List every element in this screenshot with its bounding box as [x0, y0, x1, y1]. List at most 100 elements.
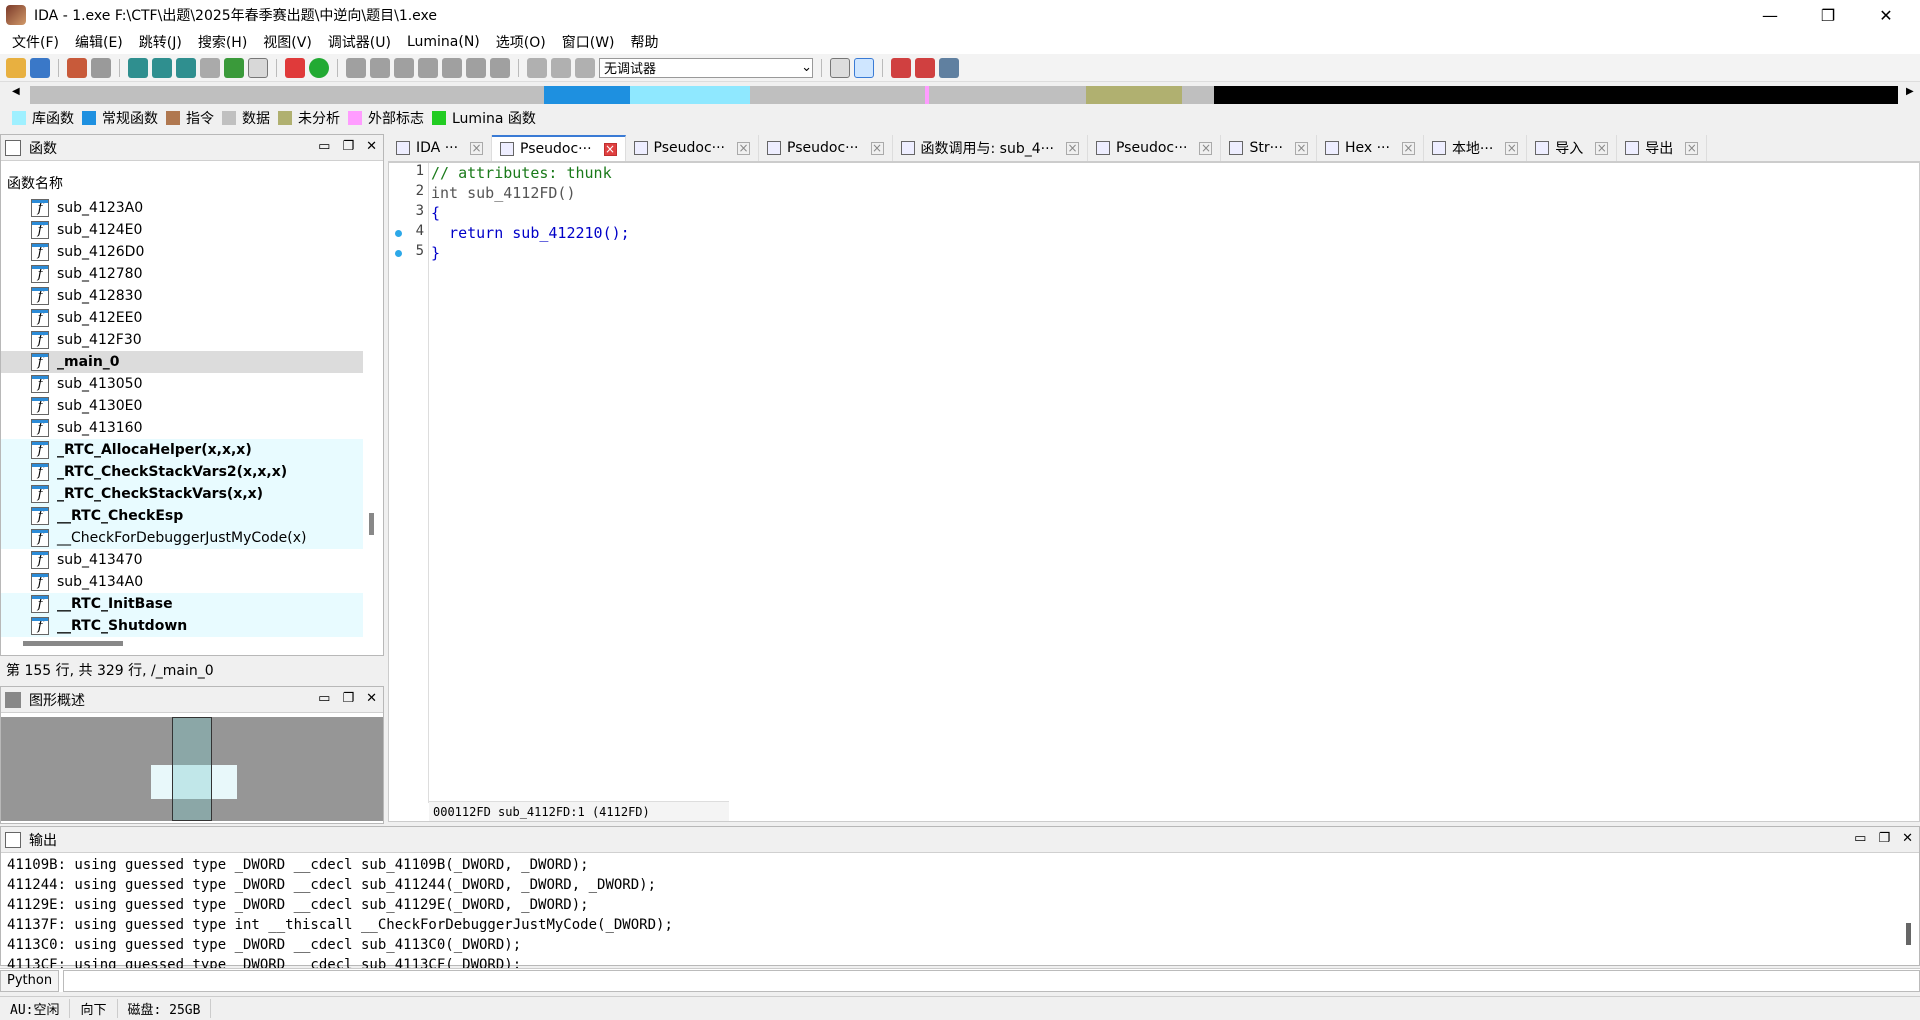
panel-float-icon[interactable]: ❐ [1878, 831, 1890, 846]
tab-close-icon[interactable]: × [1685, 141, 1699, 155]
breakpoint-icon[interactable] [490, 57, 510, 78]
function-row[interactable]: f sub_4134A0 [1, 571, 363, 593]
menu-item-4[interactable]: 视图(V) [255, 32, 320, 52]
function-row[interactable]: f sub_412780 [1, 263, 363, 285]
panel-close-icon[interactable]: ✕ [1902, 831, 1913, 846]
function-row[interactable]: f sub_4123A0 [1, 197, 363, 219]
names-icon[interactable] [418, 57, 438, 78]
menu-item-5[interactable]: 调试器(U) [320, 32, 399, 52]
tab-close-icon[interactable]: × [1595, 141, 1609, 155]
tab-close-icon[interactable]: × [870, 141, 884, 155]
pseudocode-view[interactable]: 1 2 3 4 5 // attributes: thunk int sub_4112FD… [388, 162, 1920, 822]
panel-float-icon[interactable]: ❐ [342, 139, 354, 154]
python-command-input[interactable] [63, 969, 1920, 992]
menu-item-0[interactable]: 文件(F) [4, 32, 67, 52]
search-immediate-icon[interactable] [176, 57, 196, 78]
tab-5[interactable]: Pseudoc··· × [1088, 135, 1222, 161]
breakpoint-dot-icon[interactable] [395, 250, 402, 257]
jump-icon[interactable] [224, 57, 244, 78]
search-direction[interactable]: 向下 [70, 999, 118, 1018]
close-window-button[interactable]: ✕ [1858, 0, 1914, 30]
column-header-function-name[interactable]: 函数名称 [7, 173, 63, 193]
pseudocode-icon[interactable] [854, 57, 874, 78]
pseudocode-text[interactable]: // attributes: thunk int sub_4112FD(){ re… [431, 163, 630, 263]
navigation-band[interactable]: ◀ ▶ [0, 82, 1920, 104]
breakpoint-dot-icon[interactable] [395, 230, 402, 237]
function-row[interactable]: f _RTC_AllocaHelper(x,x,x) [1, 439, 363, 461]
code-line[interactable]: } [431, 243, 630, 263]
panel-maximize-icon[interactable]: ▭ [1854, 831, 1866, 846]
panel-float-icon[interactable]: ❐ [342, 691, 354, 706]
tab-10[interactable]: 导出 × [1617, 135, 1708, 161]
menu-item-2[interactable]: 跳转(J) [131, 32, 190, 52]
menu-item-1[interactable]: 编辑(E) [67, 32, 131, 52]
minimize-button[interactable]: — [1742, 0, 1798, 30]
function-row[interactable]: f __CheckForDebuggerJustMyCode(x) [1, 527, 363, 549]
tab-close-icon[interactable]: × [1294, 141, 1308, 155]
menu-item-8[interactable]: 窗口(W) [554, 32, 623, 52]
graph-viewport-rect[interactable] [172, 717, 212, 821]
panel-close-icon[interactable]: ✕ [366, 139, 377, 154]
python-language-button[interactable]: Python [0, 969, 60, 992]
functions-vertical-scrollbar[interactable] [369, 513, 374, 535]
function-row[interactable]: f sub_412EE0 [1, 307, 363, 329]
panel-close-icon[interactable]: ✕ [366, 691, 377, 706]
graph-overview-canvas[interactable] [1, 717, 383, 821]
tab-1[interactable]: Pseudoc··· × [492, 135, 626, 161]
function-list[interactable]: f sub_4123A0 f sub_4124E0 f sub_4126D0 f sub_41… [1, 197, 363, 669]
function-row[interactable]: f _RTC_CheckStackVars(x,x) [1, 483, 363, 505]
search-text-icon[interactable] [128, 57, 148, 78]
stop-icon[interactable] [575, 57, 595, 78]
struct-icon[interactable] [370, 57, 390, 78]
lumina-icon[interactable] [309, 57, 329, 78]
function-row[interactable]: f __RTC_CheckEsp [1, 505, 363, 527]
list-remove-icon[interactable] [915, 57, 935, 78]
function-row[interactable]: f sub_413470 [1, 549, 363, 571]
function-row[interactable]: f sub_4130E0 [1, 395, 363, 417]
tab-close-icon[interactable]: × [470, 141, 484, 155]
function-row[interactable]: f sub_413050 [1, 373, 363, 395]
output-log[interactable]: 41109B: using guessed type _DWORD __cdec… [7, 855, 673, 975]
tab-2[interactable]: Pseudoc··· × [626, 135, 760, 161]
panel-maximize-icon[interactable]: ▭ [318, 691, 330, 706]
search-next-icon[interactable] [200, 57, 220, 78]
function-row[interactable]: f sub_412830 [1, 285, 363, 307]
save-icon[interactable] [30, 57, 50, 78]
xref-icon[interactable] [442, 57, 462, 78]
open-file-icon[interactable] [6, 57, 26, 78]
code-line[interactable]: // attributes: thunk [431, 163, 630, 183]
function-row[interactable]: f __RTC_InitBase [1, 593, 363, 615]
enum-icon[interactable] [394, 57, 414, 78]
menu-item-6[interactable]: Lumina(N) [399, 34, 488, 50]
function-row[interactable]: f sub_4126D0 [1, 241, 363, 263]
navigation-strip[interactable] [30, 86, 1898, 104]
function-row[interactable]: f _RTC_CheckStackVars2(x,x,x) [1, 461, 363, 483]
list-indent-icon[interactable] [939, 57, 959, 78]
run-icon[interactable] [527, 57, 547, 78]
function-row[interactable]: f sub_412F30 [1, 329, 363, 351]
tab-4[interactable]: 函数调用与: sub_4··· × [893, 135, 1088, 161]
decompile-c-icon[interactable] [830, 57, 850, 78]
list-icon[interactable] [891, 57, 911, 78]
tab-close-icon[interactable]: × [1505, 141, 1519, 155]
panel-maximize-icon[interactable]: ▭ [318, 139, 330, 154]
forward-icon[interactable] [91, 57, 111, 78]
code-line[interactable]: return sub_412210(); [431, 223, 630, 243]
search-binary-icon[interactable] [152, 57, 172, 78]
maximize-button[interactable]: ❐ [1800, 0, 1856, 30]
tab-close-icon[interactable]: × [1401, 141, 1415, 155]
tab-close-icon[interactable]: × [1065, 141, 1079, 155]
menu-item-3[interactable]: 搜索(H) [190, 32, 255, 52]
nav-left-arrow-icon[interactable]: ◀ [12, 86, 20, 97]
back-icon[interactable] [67, 57, 87, 78]
functions-horizontal-scrollbar[interactable] [23, 641, 123, 646]
debugger-select[interactable]: 无调试器 ⌄ [599, 57, 813, 78]
code-line[interactable]: int sub_4112FD() [431, 183, 630, 203]
tab-close-icon[interactable]: × [603, 142, 617, 156]
pause-icon[interactable] [551, 57, 571, 78]
tab-8[interactable]: 本地··· × [1424, 135, 1528, 161]
function-row[interactable]: f __RTC_Shutdown [1, 615, 363, 637]
function-row[interactable]: f _main_0 [1, 351, 363, 373]
graph-icon[interactable] [285, 57, 305, 78]
tab-0[interactable]: IDA ··· × [388, 135, 493, 161]
